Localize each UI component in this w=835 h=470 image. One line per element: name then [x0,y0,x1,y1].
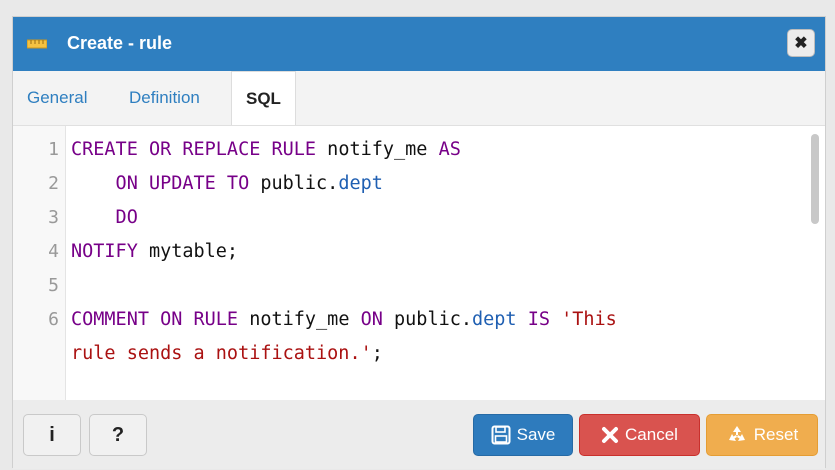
reset-button[interactable]: Reset [706,414,818,456]
line-number: 3 [48,207,59,228]
dialog-titlebar: Create - rule ✖ [13,17,825,71]
code-line: NOTIFY mytable; [71,241,238,262]
code-token: dept [472,309,517,330]
cancel-icon [601,426,619,444]
cancel-button[interactable]: Cancel [579,414,700,456]
create-rule-dialog: Create - rule ✖ General Definition SQL 1… [12,16,826,469]
tab-bar: General Definition SQL [13,71,825,125]
line-number: 5 [48,275,59,296]
code-token: CREATE OR REPLACE RULE [71,139,317,160]
save-button[interactable]: Save [473,414,573,456]
code-token: COMMENT ON RULE [71,309,239,330]
tab-general[interactable]: General [27,71,87,125]
save-label: Save [516,425,556,444]
code-token: DO [71,207,138,228]
rule-icon [27,39,47,49]
line-number: 4 [48,241,59,262]
line-number-gutter: 1 2 3 4 5 6 [13,126,66,401]
code-token: ON UPDATE TO [71,173,250,194]
code-line: DO [71,207,138,228]
code-token: IS [527,309,550,330]
tab-sql[interactable]: SQL [231,71,296,125]
line-number: 1 [48,139,59,160]
dialog-footer: i ? Save Cancel Reset [13,400,825,469]
code-token: 'This [561,309,617,330]
help-icon: ? [111,423,125,446]
code-line: rule sends a notification.'; [71,343,383,364]
close-button[interactable]: ✖ [787,29,815,57]
reset-label: Reset [753,425,799,444]
code-token: public. [249,173,339,194]
code-token: mytable; [137,241,239,262]
code-token: NOTIFY [71,241,138,262]
help-button[interactable]: ? [89,414,147,456]
info-button[interactable]: i [23,414,81,456]
line-number: 6 [48,309,59,330]
dialog-title: Create - rule [67,33,173,53]
close-icon: ✖ [794,35,808,52]
code-token: AS [438,139,461,160]
editor-scrollbar[interactable] [811,134,819,224]
tab-definition[interactable]: Definition [129,71,200,125]
code-token: rule sends a notification.' [71,343,372,364]
sql-editor[interactable]: 1 2 3 4 5 6 CREATE OR REPLACE RULE notif… [13,125,825,402]
code-token: public. [382,309,472,330]
code-line: ON UPDATE TO public.dept [71,173,383,194]
code-line: CREATE OR REPLACE RULE notify_me AS [71,139,461,160]
code-line: COMMENT ON RULE notify_me ON public.dept… [71,309,617,330]
save-icon [491,425,511,445]
info-icon: i [49,423,55,446]
code-token: notify_me [238,309,361,330]
code-token: dept [338,173,383,194]
code-token: ON [360,309,383,330]
code-token: notify_me [316,139,439,160]
code-token: ; [371,343,383,364]
recycle-icon [726,424,748,446]
cancel-label: Cancel [625,425,678,444]
line-number: 2 [48,173,59,194]
